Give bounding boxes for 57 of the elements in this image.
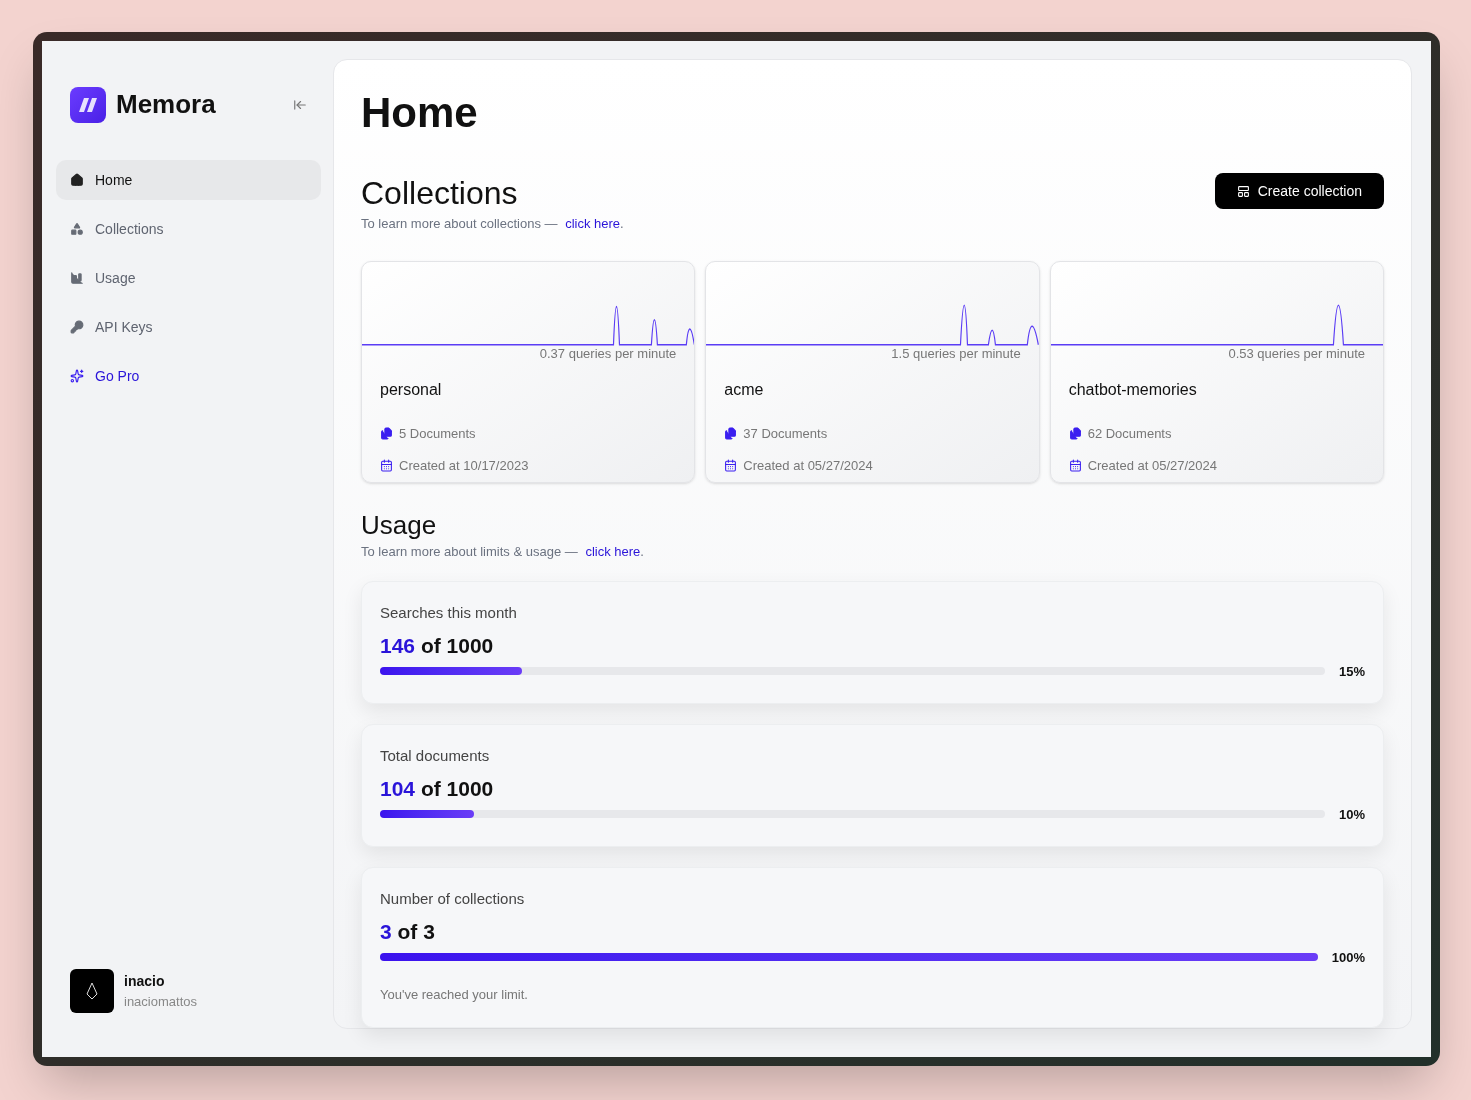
avatar-icon bbox=[70, 969, 114, 1013]
key-icon bbox=[70, 320, 84, 334]
document-count: 62 Documents bbox=[1087, 424, 1172, 443]
calendar-icon bbox=[1068, 459, 1082, 473]
usage-label: Number of collections bbox=[380, 889, 526, 910]
collection-card[interactable]: 1.5 queries per minute acme 37 Documents Created at 05/27/2024 bbox=[705, 261, 1040, 484]
section-title: Collections bbox=[361, 176, 519, 212]
nav-item[interactable]: Home bbox=[56, 160, 321, 200]
user-handle: inaciomattos bbox=[124, 992, 197, 1011]
collection-name: acme bbox=[723, 379, 765, 400]
section-title: Usage bbox=[361, 511, 438, 540]
query-rate: 0.37 queries per minute bbox=[538, 345, 678, 364]
limit-note: You've reached your limit. bbox=[380, 986, 529, 1005]
brand-name: Memora bbox=[116, 88, 216, 121]
create-collection-button[interactable]: Create collection bbox=[1214, 173, 1384, 210]
nav-item[interactable]: Go Pro bbox=[56, 356, 321, 396]
chart-icon bbox=[70, 271, 84, 285]
document-count: 5 Documents bbox=[399, 424, 476, 443]
collapse-sidebar-button[interactable] bbox=[293, 97, 307, 112]
user-name: inacio bbox=[124, 971, 166, 991]
collection-card[interactable]: 0.53 queries per minute chatbot-memories 62 Documents Created at 05/27/2024 bbox=[1049, 261, 1384, 484]
calendar-icon bbox=[380, 459, 393, 473]
usage-value: 146 of 1000 bbox=[380, 634, 495, 656]
usage-label: Total documents bbox=[380, 746, 491, 767]
hint-text: To learn more about limits & usage — bbox=[361, 543, 578, 559]
page-title: Home bbox=[361, 88, 479, 138]
collection-name: personal bbox=[379, 379, 443, 400]
query-rate: 0.53 queries per minute bbox=[1227, 345, 1366, 364]
usage-label: Searches this month bbox=[380, 603, 518, 624]
shapes-icon bbox=[70, 222, 84, 236]
click-here-link[interactable]: click here bbox=[565, 215, 621, 231]
created-date: Created at 10/17/2023 bbox=[399, 457, 529, 476]
collection-card[interactable]: 0.37 queries per minute personal 5 Documents Created at 10/17/2023 bbox=[361, 261, 696, 484]
usage-value: 104 of 1000 bbox=[380, 777, 495, 799]
document-count: 37 Documents bbox=[743, 424, 828, 443]
collection-name: chatbot-memories bbox=[1067, 379, 1198, 400]
usage-percent: 15% bbox=[1338, 662, 1365, 681]
home-icon bbox=[70, 173, 84, 187]
sparkles-icon bbox=[70, 369, 84, 383]
logo-icon bbox=[70, 86, 106, 123]
created-date: Created at 05/27/2024 bbox=[1087, 457, 1218, 476]
nav-item[interactable]: Usage bbox=[56, 258, 321, 298]
period-text: . bbox=[620, 215, 624, 231]
usage-value: 3 of 3 bbox=[380, 920, 436, 942]
nav-item[interactable]: API Keys bbox=[56, 307, 321, 347]
collection-icon bbox=[1236, 184, 1250, 198]
period-text: . bbox=[640, 543, 644, 559]
nav-item[interactable]: Collections bbox=[56, 209, 321, 249]
created-date: Created at 05/27/2024 bbox=[743, 457, 873, 476]
documents-icon bbox=[1068, 426, 1082, 440]
usage-percent: 10% bbox=[1338, 805, 1365, 824]
query-rate: 1.5 queries per minute bbox=[890, 345, 1022, 364]
usage-percent: 100% bbox=[1331, 948, 1365, 967]
hint-text: To learn more about collections — bbox=[361, 215, 558, 231]
documents-icon bbox=[380, 426, 393, 440]
documents-icon bbox=[724, 426, 738, 440]
calendar-icon bbox=[724, 459, 738, 473]
